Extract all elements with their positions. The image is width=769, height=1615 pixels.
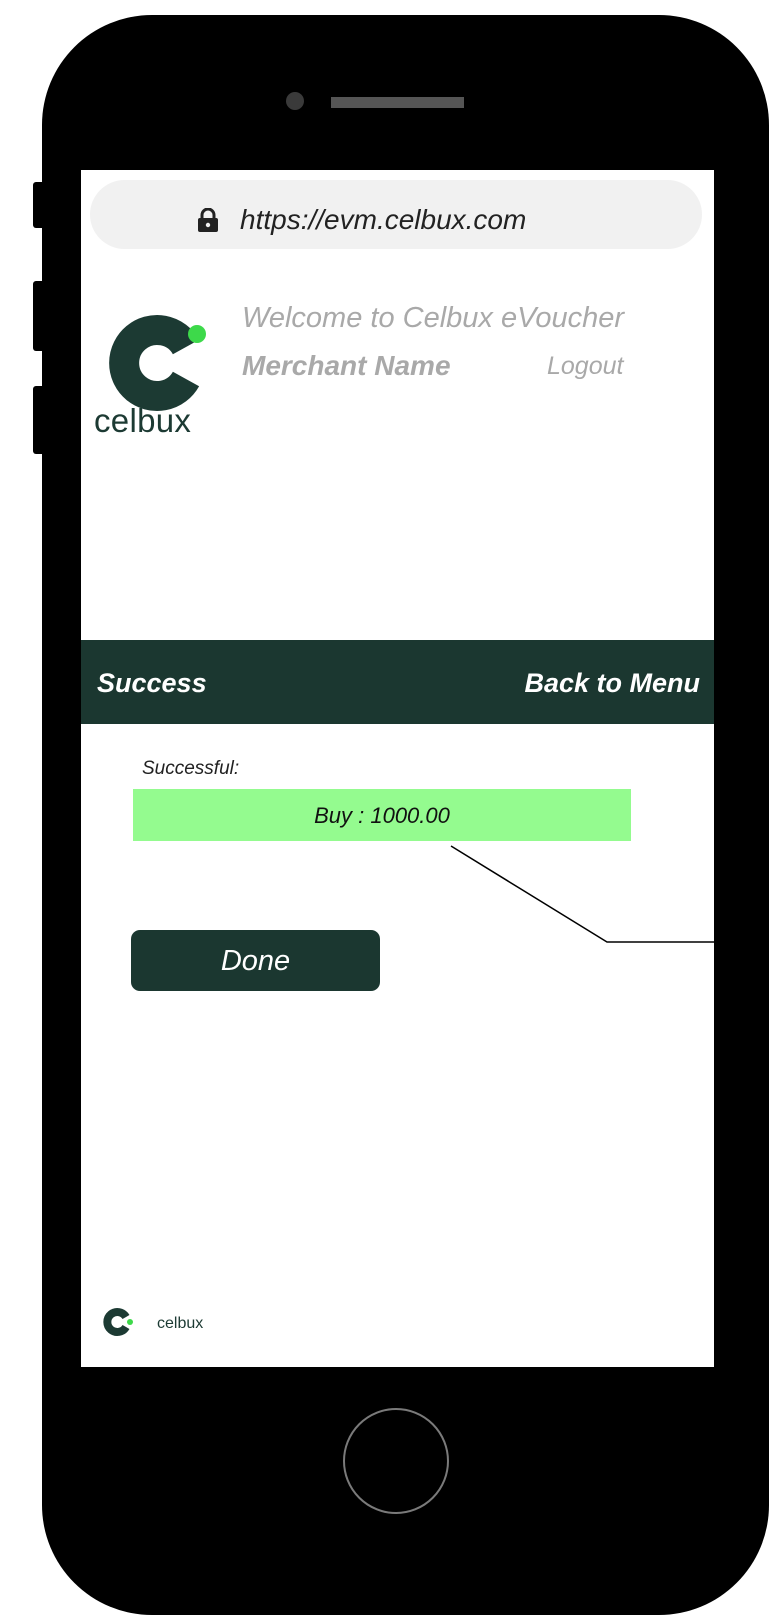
result-value: Buy : 1000.00 [314, 803, 450, 828]
back-to-menu-link[interactable]: Back to Menu [524, 668, 700, 699]
welcome-text: Welcome to Celbux eVoucher [242, 302, 625, 334]
home-button[interactable] [343, 1408, 449, 1514]
browser-url-bar[interactable]: https://evm.celbux.com [90, 180, 702, 249]
page-title: Success [97, 668, 207, 698]
speaker-grille [331, 97, 464, 108]
result-label: Successful: [142, 758, 240, 779]
lock-icon [198, 208, 218, 232]
logo-wordmark: celbux [94, 402, 192, 439]
page: https://evm.celbux.com celbux Welcome to… [0, 0, 769, 1615]
footer-brand-name: celbux [157, 1315, 204, 1332]
logout-link[interactable]: Logout [547, 352, 623, 381]
footer-logo-icon [103, 1308, 133, 1336]
browser-url-text: https://evm.celbux.com [240, 204, 527, 235]
title-bar: Success Back to Menu [81, 640, 714, 724]
phone-screen: https://evm.celbux.com celbux Welcome to… [81, 170, 714, 1367]
result-box: Buy : 1000.00 [133, 789, 631, 841]
done-button[interactable]: Done [131, 930, 380, 991]
done-button-label: Done [220, 945, 291, 977]
camera-icon [286, 92, 304, 110]
merchant-name: Merchant Name [242, 350, 451, 381]
